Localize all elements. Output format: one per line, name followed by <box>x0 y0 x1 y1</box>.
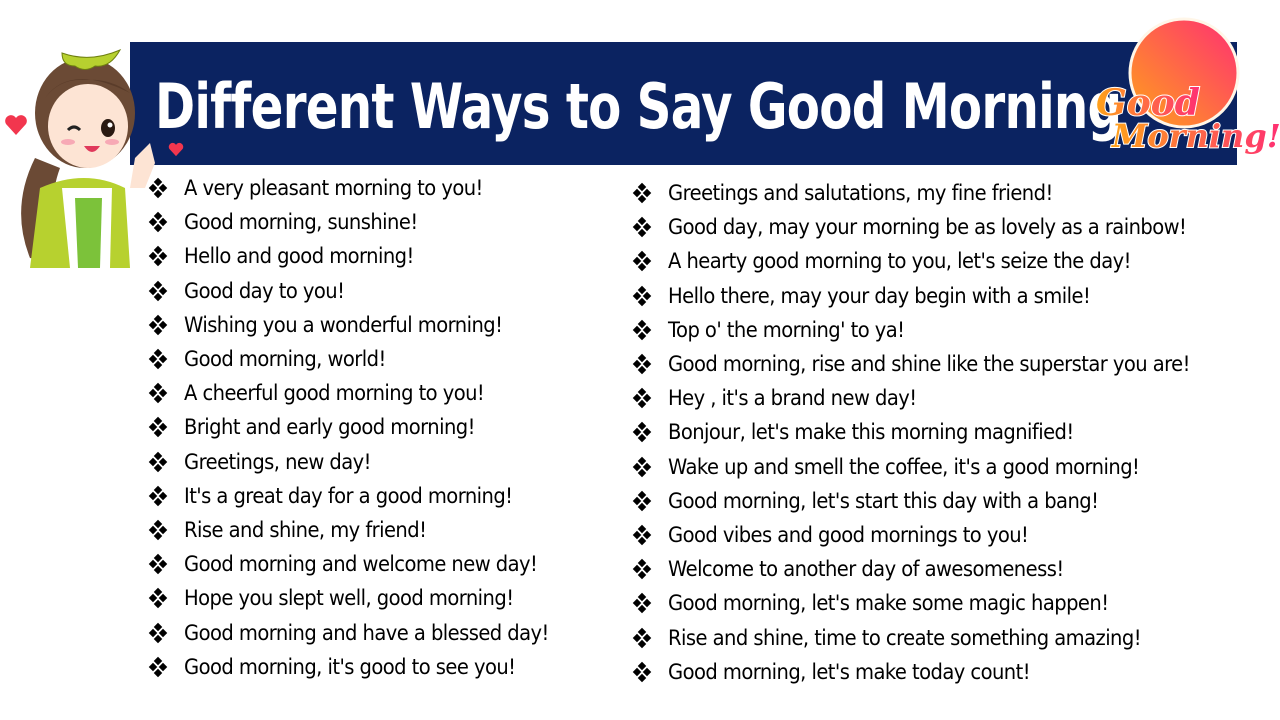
list-item: Wishing you a wonderful morning! <box>148 308 576 342</box>
list-item-text: It's a great day for a good morning! <box>184 483 513 508</box>
diamond-bullet-icon <box>632 489 668 513</box>
diamond-bullet-icon <box>632 386 668 410</box>
list-item: Rise and shine, time to create something… <box>632 620 1229 654</box>
list-item-text: Good vibes and good mornings to you! <box>668 522 1029 547</box>
diamond-bullet-icon <box>632 352 668 376</box>
list-item: Top o' the morning' to ya! <box>632 313 1229 347</box>
list-item-text: Welcome to another day of awesomeness! <box>668 557 1064 582</box>
diamond-bullet-icon <box>148 586 184 610</box>
list-item: Greetings and salutations, my fine frien… <box>632 176 1229 210</box>
diamond-bullet-icon <box>632 591 668 615</box>
list-item: It's a great day for a good morning! <box>148 479 576 513</box>
diamond-bullet-icon <box>148 347 184 371</box>
list-item-text: Good morning and welcome new day! <box>184 552 538 577</box>
list-item: Good vibes and good mornings to you! <box>632 518 1229 552</box>
list-item-text: Wishing you a wonderful morning! <box>184 312 503 337</box>
diamond-bullet-icon <box>632 557 668 581</box>
list-item: Hey , it's a brand new day! <box>632 381 1229 415</box>
diamond-bullet-icon <box>632 626 668 650</box>
list-item: A hearty good morning to you, let's seiz… <box>632 244 1229 278</box>
list-item: A very pleasant morning to you! <box>148 171 576 205</box>
list-item: Welcome to another day of awesomeness! <box>632 552 1229 586</box>
diamond-bullet-icon <box>148 244 184 268</box>
diamond-bullet-icon <box>632 523 668 547</box>
list-item: Good morning and welcome new day! <box>148 547 576 581</box>
diamond-bullet-icon <box>148 484 184 508</box>
list-item: Good day, may your morning be as lovely … <box>632 210 1229 244</box>
list-item-text: Good morning, let's start this day with … <box>668 488 1099 513</box>
diamond-bullet-icon <box>632 249 668 273</box>
list-item-text: Bonjour, let's make this morning magnifi… <box>668 420 1074 445</box>
good-morning-logo: Good Morning! <box>1095 17 1280 156</box>
list-item-text: Good morning, sunshine! <box>184 210 418 235</box>
list-item-text: Good morning, let's make today count! <box>668 659 1031 684</box>
diamond-bullet-icon <box>632 318 668 342</box>
list-item-text: A hearty good morning to you, let's seiz… <box>668 249 1131 274</box>
list-item: Good morning, world! <box>148 342 576 376</box>
list-item-text: Rise and shine, my friend! <box>184 517 427 542</box>
diamond-bullet-icon <box>148 518 184 542</box>
list-item: Good day to you! <box>148 274 576 308</box>
heart-icon <box>5 115 27 135</box>
diamond-bullet-icon <box>148 176 184 200</box>
list-item-text: Good morning and have a blessed day! <box>184 620 549 645</box>
list-item-text: Rise and shine, time to create something… <box>668 625 1142 650</box>
diamond-bullet-icon <box>148 210 184 234</box>
diamond-bullet-icon <box>148 552 184 576</box>
list-item-text: Top o' the morning' to ya! <box>668 317 905 342</box>
diamond-bullet-icon <box>148 313 184 337</box>
list-item: Rise and shine, my friend! <box>148 513 576 547</box>
list-item: Good morning and have a blessed day! <box>148 615 576 649</box>
list-item: Good morning, let's make today count! <box>632 655 1229 689</box>
list-item: A cheerful good morning to you! <box>148 376 576 410</box>
list-item: Good morning, let's start this day with … <box>632 484 1229 518</box>
list-item: Hello and good morning! <box>148 239 576 273</box>
diamond-bullet-icon <box>632 660 668 684</box>
list-item: Wake up and smell the coffee, it's a goo… <box>632 450 1229 484</box>
diamond-bullet-icon <box>632 455 668 479</box>
list-item-text: Good morning, rise and shine like the su… <box>668 352 1190 377</box>
list-item-text: Good day, may your morning be as lovely … <box>668 215 1187 240</box>
list-item: Hope you slept well, good morning! <box>148 581 576 615</box>
list-item-text: Good day to you! <box>184 278 345 303</box>
diamond-bullet-icon <box>148 279 184 303</box>
list-item-text: Good morning, world! <box>184 347 386 372</box>
list-item: Bright and early good morning! <box>148 410 576 444</box>
list-item-text: Wake up and smell the coffee, it's a goo… <box>668 454 1140 479</box>
list-item-text: A very pleasant morning to you! <box>184 176 483 201</box>
list-item: Good morning, it's good to see you! <box>148 650 576 684</box>
diamond-bullet-icon <box>148 621 184 645</box>
list-item-text: Hello and good morning! <box>184 244 414 269</box>
list-item-text: A cheerful good morning to you! <box>184 381 485 406</box>
list-item: Bonjour, let's make this morning magnifi… <box>632 415 1229 449</box>
diamond-bullet-icon <box>148 415 184 439</box>
list-item: Good morning, let's make some magic happ… <box>632 586 1229 620</box>
list-item-text: Good morning, it's good to see you! <box>184 654 516 679</box>
diamond-bullet-icon <box>632 420 668 444</box>
heart-icon <box>168 142 184 157</box>
diamond-bullet-icon <box>148 381 184 405</box>
diamond-bullet-icon <box>632 215 668 239</box>
list-item-text: Hope you slept well, good morning! <box>184 586 514 611</box>
list-item-text: Good morning, let's make some magic happ… <box>668 591 1109 616</box>
list-item: Hello there, may your day begin with a s… <box>632 279 1229 313</box>
list-item: Good morning, sunshine! <box>148 205 576 239</box>
list-item-text: Greetings, new day! <box>184 449 372 474</box>
diamond-bullet-icon <box>148 450 184 474</box>
cartoon-girl-illustration <box>21 48 155 268</box>
list-item: Greetings, new day! <box>148 445 576 479</box>
logo-text-morning: Morning! <box>1111 117 1280 155</box>
diamond-bullet-icon <box>632 181 668 205</box>
list-item: Good morning, rise and shine like the su… <box>632 347 1229 381</box>
list-item-text: Greetings and salutations, my fine frien… <box>668 181 1053 206</box>
list-item-text: Bright and early good morning! <box>184 415 475 440</box>
list-item-text: Hello there, may your day begin with a s… <box>668 283 1091 308</box>
diamond-bullet-icon <box>148 655 184 679</box>
diamond-bullet-icon <box>632 284 668 308</box>
page-title: Different Ways to Say Good Morning <box>155 70 1122 143</box>
greetings-list-left: A very pleasant morning to you! Good morn… <box>148 171 576 684</box>
list-item-text: Hey , it's a brand new day! <box>668 386 917 411</box>
greetings-list-right: Greetings and salutations, my fine frien… <box>632 176 1229 689</box>
